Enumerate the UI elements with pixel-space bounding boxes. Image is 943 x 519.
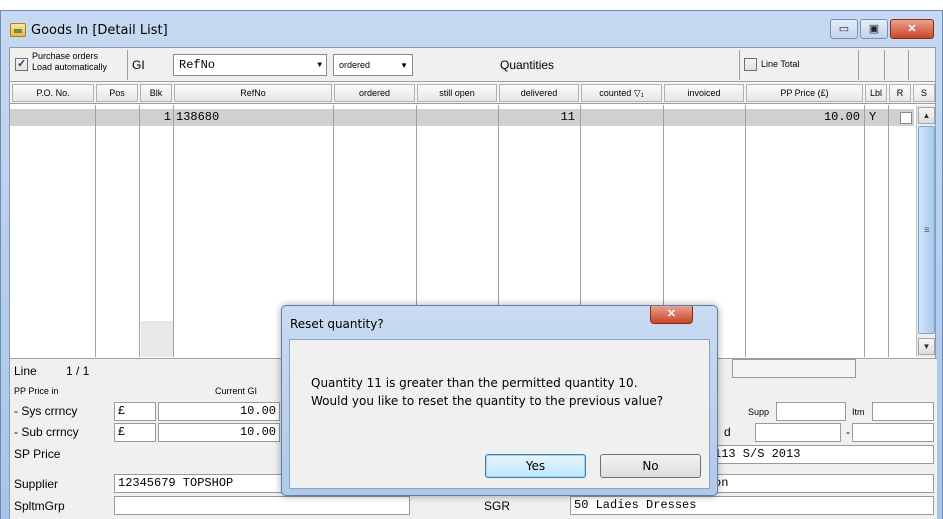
- scroll-up-icon[interactable]: ▲: [918, 107, 935, 124]
- no-button[interactable]: No: [600, 454, 701, 478]
- grip-icon: ≡: [924, 225, 930, 236]
- dialog-title: Reset quantity?: [290, 317, 384, 331]
- cell-blk[interactable]: 1: [141, 110, 171, 124]
- sys-price-field[interactable]: 10.00: [158, 402, 280, 421]
- line-label: Line: [14, 364, 37, 378]
- refno-dropdown-value: RefNo: [179, 58, 216, 72]
- sub-currency-label: - Sub crrncy: [14, 425, 79, 439]
- column-header-invoiced[interactable]: invoiced: [664, 84, 744, 102]
- grid-divider: [864, 105, 865, 357]
- quantities-label: Quantities: [500, 58, 555, 72]
- sys-currency-field[interactable]: £: [114, 402, 156, 421]
- line-total-label: Line Total: [761, 59, 800, 69]
- spltmgrp-label: SpltmGrp: [14, 499, 65, 513]
- title-bar: Goods In [Detail List] ▭ ▣ ✕: [1, 11, 942, 47]
- close-button[interactable]: ✕: [890, 19, 934, 39]
- column-header-delivered[interactable]: delivered: [499, 84, 579, 102]
- itm-label: Itm: [852, 407, 865, 417]
- reset-quantity-dialog: Reset quantity? ✕ Quantity 11 is greater…: [281, 305, 718, 496]
- dialog-close-icon[interactable]: ✕: [650, 306, 693, 324]
- toolbar-separator: [739, 50, 740, 80]
- column-header-r[interactable]: R: [889, 84, 911, 102]
- cell-refno[interactable]: 138680: [176, 110, 219, 124]
- gi-label: GI: [132, 58, 145, 72]
- sgr-label: SGR: [484, 499, 511, 513]
- supp-field[interactable]: [776, 402, 846, 421]
- toolbar-separator: [127, 50, 128, 80]
- line-total-field: [732, 359, 856, 378]
- grid-divider: [888, 105, 889, 357]
- spltmgrp-field[interactable]: [114, 496, 410, 515]
- chevron-down-icon: ▼: [400, 61, 408, 70]
- app-icon: [10, 23, 26, 37]
- toolbar-separator: [884, 50, 885, 80]
- description-field[interactable]: on: [710, 474, 934, 493]
- grid-divider: [745, 105, 746, 357]
- scroll-down-icon[interactable]: ▼: [918, 338, 935, 355]
- row-r-checkbox[interactable]: [900, 112, 912, 124]
- maximize-button[interactable]: ▣: [860, 19, 888, 39]
- sub-price-field[interactable]: 10.00: [158, 423, 280, 442]
- toolbar-separator: [908, 50, 909, 80]
- chevron-down-icon: ▼: [317, 61, 322, 70]
- dialog-body: Quantity 11 is greater than the permitte…: [289, 339, 710, 489]
- itm-field[interactable]: [872, 402, 934, 421]
- column-header-blk[interactable]: Blk: [140, 84, 172, 102]
- supplier-label: Supplier: [14, 477, 59, 491]
- grid-divider: [95, 105, 96, 357]
- dialog-message-line2: Would you like to reset the quantity to …: [311, 394, 664, 408]
- cell-delivered[interactable]: 11: [500, 110, 575, 124]
- column-header-lbl[interactable]: Lbl: [865, 84, 887, 102]
- code-field-2[interactable]: [852, 423, 934, 442]
- vertical-scrollbar[interactable]: ▲ ≡ ▼: [916, 105, 935, 357]
- refno-dropdown[interactable]: RefNo ▼: [173, 54, 327, 76]
- minimize-button[interactable]: ▭: [830, 19, 858, 39]
- column-header-ordered[interactable]: ordered: [334, 84, 415, 102]
- window-title: Goods In [Detail List]: [31, 23, 168, 38]
- current-gi-label: Current GI: [215, 386, 258, 396]
- purchase-orders-checkbox[interactable]: [15, 57, 28, 71]
- column-header-refno[interactable]: RefNo: [174, 84, 332, 102]
- scroll-thumb[interactable]: ≡: [918, 126, 935, 334]
- yes-button[interactable]: Yes: [485, 454, 586, 478]
- grid-blank-area: [141, 321, 173, 357]
- grid-header: P.O. No. Pos Blk RefNo ordered still ope…: [10, 82, 935, 104]
- toolbar-separator: [858, 50, 859, 80]
- column-header-po-no[interactable]: P.O. No.: [12, 84, 94, 102]
- grid-divider: [139, 105, 140, 357]
- column-header-pp-price[interactable]: PP Price (£): [746, 84, 863, 102]
- load-automatically-label: Load automatically: [32, 62, 108, 72]
- dialog-message-line1: Quantity 11 is greater than the permitte…: [311, 376, 638, 390]
- column-header-still-open[interactable]: still open: [417, 84, 497, 102]
- sub-currency-field[interactable]: £: [114, 423, 156, 442]
- column-header-counted[interactable]: counted ▽₁: [581, 84, 662, 102]
- column-header-pos[interactable]: Pos: [96, 84, 138, 102]
- column-header-s[interactable]: S: [913, 84, 935, 102]
- supplier-field[interactable]: 12345679 TOPSHOP: [114, 474, 290, 493]
- hidden-label-fragment: d: [724, 425, 731, 439]
- toolbar: Purchase orders Load automatically GI Re…: [10, 48, 935, 82]
- cell-pp-price[interactable]: 10.00: [747, 110, 860, 124]
- dash-separator: -: [846, 425, 850, 439]
- sp-price-label: SP Price: [14, 447, 61, 461]
- code-field[interactable]: [755, 423, 841, 442]
- pp-price-in-label: PP Price in: [14, 386, 59, 396]
- sys-currency-label: - Sys crrncy: [14, 404, 78, 418]
- sgr-field[interactable]: 50 Ladies Dresses: [570, 496, 934, 515]
- supp-label: Supp: [748, 407, 770, 417]
- line-value: 1 / 1: [66, 364, 90, 378]
- purchase-orders-label: Purchase orders: [32, 51, 99, 61]
- cell-lbl[interactable]: Y: [869, 110, 876, 124]
- ordered-dropdown[interactable]: ordered ▼: [333, 54, 413, 76]
- grid-divider: [173, 105, 174, 357]
- ordered-dropdown-value: ordered: [339, 60, 371, 70]
- line-total-checkbox[interactable]: [744, 58, 757, 71]
- season-field[interactable]: 113 S/S 2013: [710, 445, 934, 464]
